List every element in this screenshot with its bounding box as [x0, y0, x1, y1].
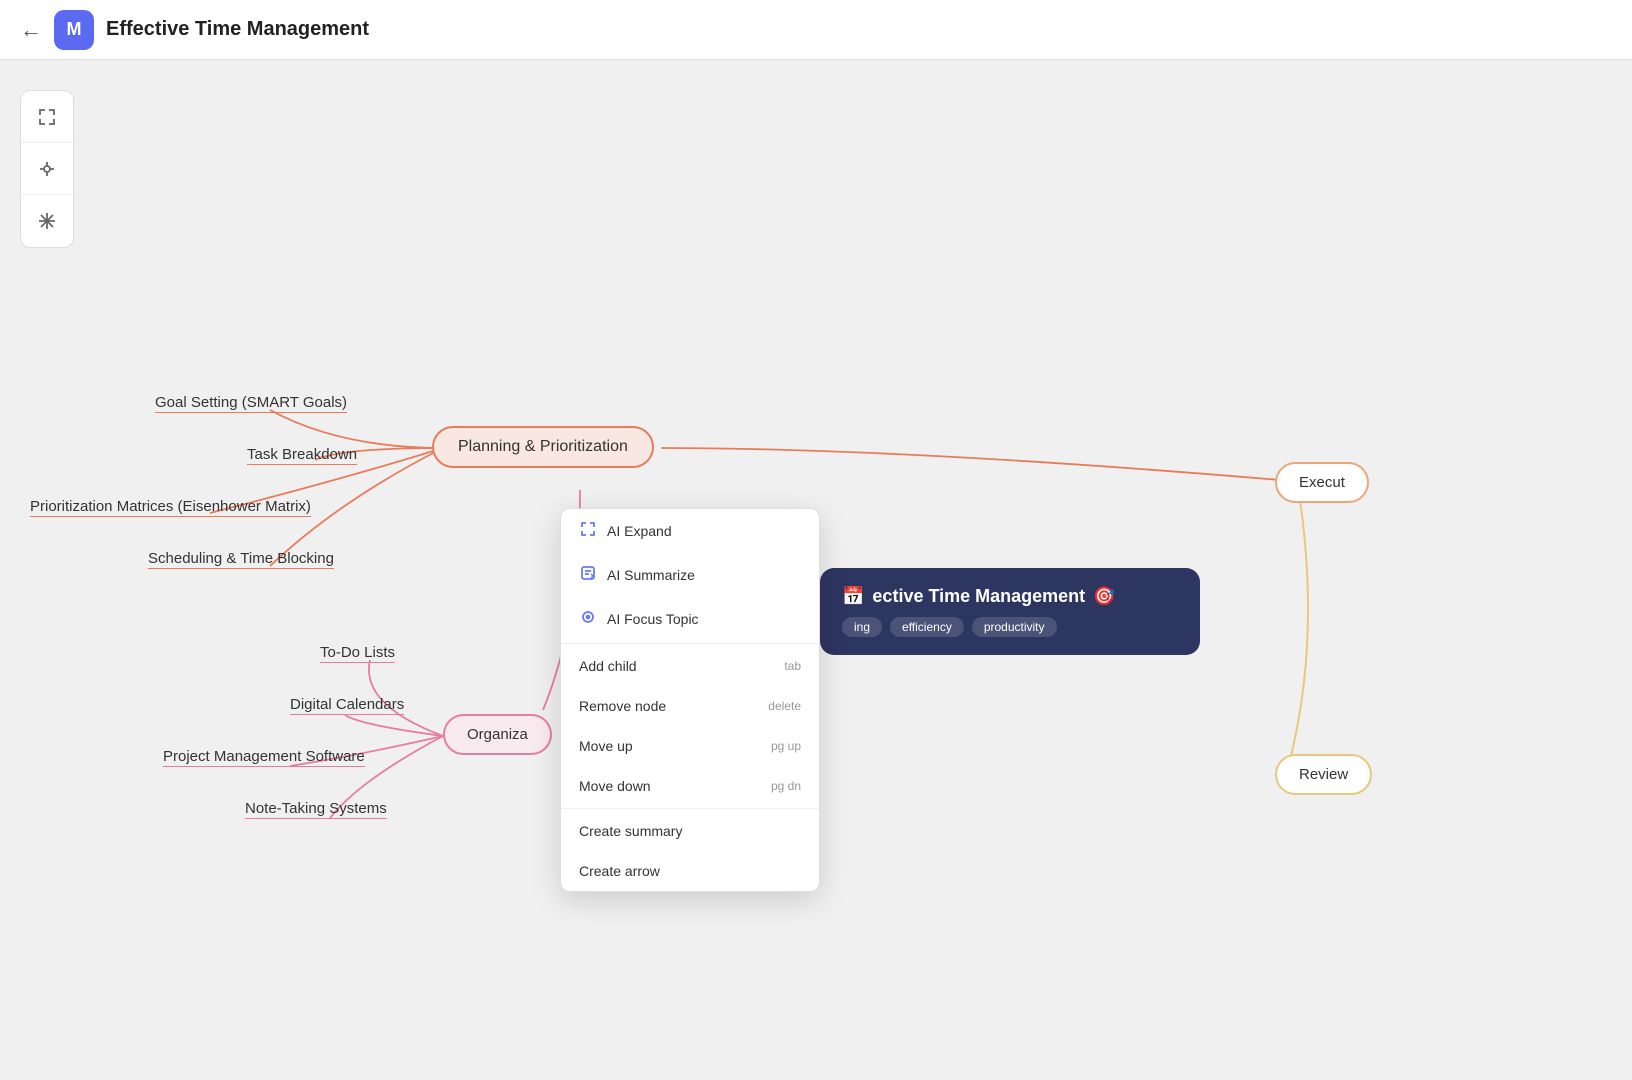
back-button[interactable]: ← [20, 17, 42, 43]
create-arrow-label: Create arrow [579, 863, 660, 879]
tag-efficiency: efficiency [890, 617, 964, 637]
info-card-tags: ing efficiency productivity [842, 617, 1178, 637]
context-menu-create-summary[interactable]: Create summary [561, 811, 819, 851]
todo-lists-node[interactable]: To-Do Lists [320, 644, 395, 661]
execution-node[interactable]: Execut [1275, 462, 1369, 503]
share-button[interactable] [21, 143, 73, 195]
ai-expand-label: AI Expand [607, 523, 672, 539]
remove-node-label: Remove node [579, 698, 666, 714]
review-node[interactable]: Review [1275, 754, 1372, 795]
context-menu-ai-expand[interactable]: AI Expand [561, 509, 819, 553]
context-menu-remove-node[interactable]: Remove node delete [561, 686, 819, 726]
more-button[interactable] [21, 195, 73, 247]
header: ← M Effective Time Management [0, 0, 1632, 60]
context-menu-ai-summarize[interactable]: AI Summarize [561, 553, 819, 597]
logo: M [54, 10, 94, 50]
move-down-label: Move down [579, 778, 651, 794]
add-child-shortcut: tab [784, 659, 801, 673]
context-menu-move-up[interactable]: Move up pg up [561, 726, 819, 766]
review-node-label[interactable]: Review [1275, 754, 1372, 795]
context-menu-add-child[interactable]: Add child tab [561, 646, 819, 686]
ai-focus-icon [579, 609, 597, 629]
context-menu: AI Expand AI Summarize [560, 508, 820, 892]
create-summary-label: Create summary [579, 823, 682, 839]
digital-calendars-node[interactable]: Digital Calendars [290, 696, 404, 713]
move-down-shortcut: pg dn [771, 779, 801, 793]
page-title: Effective Time Management [106, 18, 369, 41]
goal-setting-node[interactable]: Goal Setting (SMART Goals) [155, 394, 347, 411]
menu-divider-1 [561, 643, 819, 644]
move-up-shortcut: pg up [771, 739, 801, 753]
move-up-label: Move up [579, 738, 633, 754]
ai-summarize-icon [579, 565, 597, 585]
planning-node-label[interactable]: Planning & Prioritization [432, 426, 654, 468]
note-taking-node[interactable]: Note-Taking Systems [245, 800, 387, 817]
execution-node-label[interactable]: Execut [1275, 462, 1369, 503]
ai-focus-label: AI Focus Topic [607, 611, 699, 627]
context-menu-create-arrow[interactable]: Create arrow [561, 851, 819, 891]
context-menu-ai-focus[interactable]: AI Focus Topic [561, 597, 819, 641]
remove-node-shortcut: delete [768, 699, 801, 713]
task-breakdown-node[interactable]: Task Breakdown [247, 446, 357, 463]
canvas: Planning & Prioritization Goal Setting (… [0, 60, 1632, 1080]
context-menu-move-down[interactable]: Move down pg dn [561, 766, 819, 806]
menu-divider-2 [561, 808, 819, 809]
tag-productivity: productivity [972, 617, 1057, 637]
add-child-label: Add child [579, 658, 637, 674]
organiza-node-label[interactable]: Organiza [443, 714, 552, 755]
info-card-title: 📅 ective Time Management 🎯 [842, 586, 1178, 607]
organiza-node[interactable]: Organiza [443, 714, 552, 755]
info-card: 📅 ective Time Management 🎯 ing efficienc… [820, 568, 1200, 655]
prioritization-matrices-node[interactable]: Prioritization Matrices (Eisenhower Matr… [30, 498, 311, 515]
tag-planning: ing [842, 617, 882, 637]
scheduling-node[interactable]: Scheduling & Time Blocking [148, 550, 334, 567]
ai-expand-icon [579, 521, 597, 541]
toolbar [20, 90, 74, 248]
project-management-node[interactable]: Project Management Software [163, 748, 365, 765]
fit-view-button[interactable] [21, 91, 73, 143]
planning-node[interactable]: Planning & Prioritization [432, 426, 654, 468]
ai-summarize-label: AI Summarize [607, 567, 695, 583]
